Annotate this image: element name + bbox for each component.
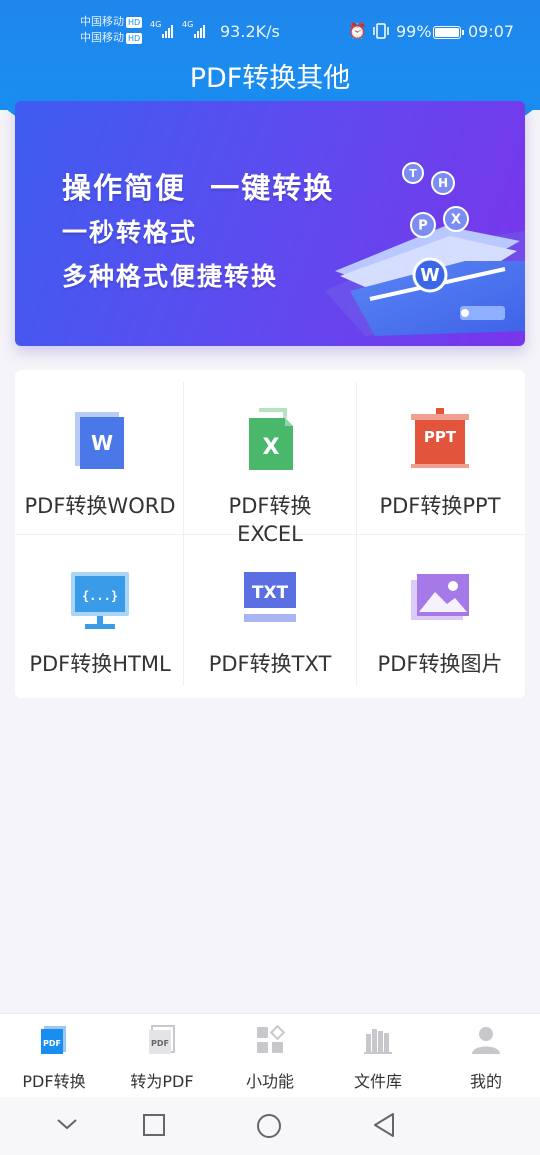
format-bubble-label: X — [451, 213, 461, 228]
hd-badge-2: HD — [126, 33, 143, 44]
svg-text:W: W — [91, 431, 113, 455]
tool-label: PDF转换WORD — [24, 494, 176, 518]
signal-icon-2 — [194, 22, 205, 38]
tab-label: 转为PDF — [130, 1072, 194, 1091]
tools-grid-icon — [254, 1024, 286, 1056]
clock: 09:07 — [468, 22, 515, 41]
tools-grid: W PDF转换WORD X PDF转换 EXCEL PPT PDF转换PPT {...} PD… — [15, 370, 525, 698]
tool-ppt[interactable]: PPT PDF转换PPT — [355, 370, 525, 534]
excel-icon: X — [235, 408, 305, 474]
tool-txt[interactable]: TXT PDF转换TXT — [185, 534, 355, 698]
carrier-info: 中国移动 HD 中国移动 HD — [80, 14, 143, 46]
word-icon: W — [65, 408, 135, 474]
tab-library[interactable]: 文件库 — [324, 1014, 432, 1098]
format-bubble-label: H — [438, 176, 448, 190]
back-chevron-icon[interactable] — [56, 1117, 78, 1131]
tab-label: 文件库 — [353, 1072, 402, 1091]
hd-badge: HD — [126, 17, 143, 28]
tab-tools-grid[interactable]: 小功能 — [216, 1014, 324, 1098]
image-icon — [405, 568, 475, 634]
bottom-tab-bar: PDF PDF转换 PDF 转为PDF 小功能 文件库 我的 — [0, 1013, 540, 1097]
format-bubble-label: P — [418, 219, 428, 234]
battery-icon — [433, 26, 464, 39]
library-icon — [362, 1024, 394, 1056]
tab-label: PDF转换 — [22, 1072, 86, 1091]
carrier-2: 中国移动 — [80, 31, 124, 44]
tool-label: PDF转换TXT — [208, 652, 332, 676]
tab-to-pdf[interactable]: PDF 转为PDF — [108, 1014, 216, 1098]
to-pdf-icon: PDF — [146, 1024, 178, 1056]
recents-icon[interactable] — [142, 1113, 166, 1137]
signal-icon — [162, 22, 173, 38]
user-icon — [470, 1024, 502, 1056]
tab-label: 我的 — [469, 1072, 502, 1091]
promo-banner[interactable]: 操作简便 一键转换 一秒转格式 多种格式便捷转换 T H P X W — [15, 101, 525, 346]
svg-text:PDF: PDF — [151, 1039, 169, 1048]
banner-headline: 操作简便 一键转换 — [62, 171, 335, 205]
vibrate-icon — [373, 23, 389, 39]
network-speed: 93.2K/s — [220, 22, 280, 41]
tool-label: PDF转换PPT — [379, 494, 501, 518]
txt-icon: TXT — [235, 568, 305, 634]
svg-text:X: X — [263, 435, 280, 460]
battery-percent: 99% — [396, 22, 432, 41]
tool-excel[interactable]: X PDF转换 EXCEL — [185, 370, 355, 546]
tab-label: 小功能 — [245, 1072, 294, 1091]
back-triangle-icon[interactable] — [372, 1112, 396, 1138]
tool-image[interactable]: PDF转换图片 — [355, 534, 525, 698]
pdf-convert-icon: PDF — [38, 1024, 70, 1056]
tab-user[interactable]: 我的 — [432, 1014, 540, 1098]
tool-html[interactable]: {...} PDF转换HTML — [15, 534, 185, 698]
tool-label: PDF转换HTML — [29, 652, 171, 676]
html-icon: {...} — [65, 568, 135, 634]
banner-line-2: 一秒转格式 — [62, 218, 198, 247]
status-bar: 中国移动 HD 中国移动 HD 4G 4G 93.2K/s ⏰ 99% 09:07 — [0, 14, 540, 50]
alarm-icon: ⏰ — [348, 22, 367, 40]
svg-text:PDF: PDF — [43, 1039, 61, 1048]
home-icon[interactable] — [256, 1113, 282, 1139]
carrier-1: 中国移动 — [80, 15, 124, 28]
svg-text:PPT: PPT — [424, 428, 457, 446]
format-bubbles: T H P X W — [402, 162, 469, 293]
ppt-icon: PPT — [405, 408, 475, 474]
page-title: PDF转换其他 — [189, 63, 351, 94]
banner-line-3: 多种格式便捷转换 — [62, 262, 279, 291]
format-bubble-label: T — [409, 167, 417, 180]
tab-pdf-convert[interactable]: PDF PDF转换 — [0, 1014, 108, 1098]
tool-label: PDF转换图片 — [377, 652, 503, 676]
svg-text:TXT: TXT — [252, 583, 289, 603]
network-type-2: 4G — [182, 20, 194, 29]
tool-word[interactable]: W PDF转换WORD — [15, 370, 185, 534]
format-bubble-label: W — [420, 266, 439, 286]
network-type-1: 4G — [150, 20, 162, 29]
svg-text:{...}: {...} — [82, 589, 118, 603]
system-nav-bar — [0, 1097, 540, 1155]
